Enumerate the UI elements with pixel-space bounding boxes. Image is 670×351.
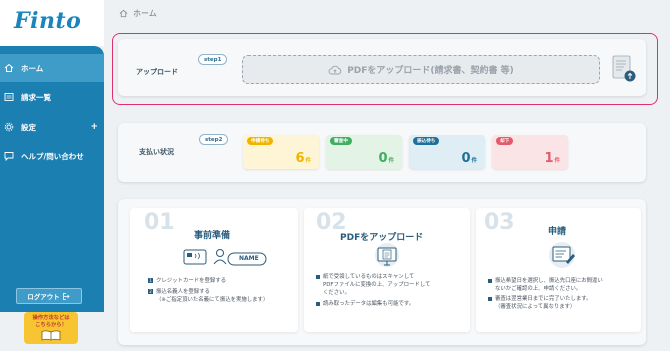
status-panel-label: 支払い状況 [139,148,174,156]
step-text: 読み取ったデータは編集も可能です。 [323,301,415,307]
step-card-apply: 03 申請 振込希望日を選択し、振込先口座にお間違い ないかご確認の上、申請くだ… [476,208,641,332]
step-line: 2 振込名義人を登録する [148,289,210,296]
step-card-upload: 02 PDFをアップロード 紙で受領しているものはスキャンして PDFファイルに… [304,208,470,332]
step-bullet: 1 [148,278,153,283]
breadcrumb-current: ホーム [133,9,157,18]
step-line: 振込希望日を選択し、振込先口座にお間違い [488,278,603,285]
upload-panel-label: アップロード [136,68,178,76]
bullet-square [488,296,492,301]
help-chat-icon [0,151,18,161]
step-title: 申請 [548,227,567,237]
application-form-illustration [546,240,578,274]
status-count: 6 [295,151,305,166]
credit-card-name-illustration: NAME [182,244,268,274]
step-bullet: 2 [148,289,153,294]
sidebar: ホーム 請求一覧 設定 + ヘルプ/問い合わせ ログアウト [0,46,104,312]
bullet-square [316,301,320,306]
step-text: 振込希望日を選択し、振込先口座にお間違い [495,278,603,284]
sidebar-item-help[interactable]: ヘルプ/問い合わせ [0,142,104,170]
sidebar-item-home[interactable]: ホーム [0,54,104,82]
home-icon[interactable] [119,9,128,18]
app-logo[interactable]: Finto [14,8,81,34]
logo-area: Finto [0,0,104,46]
bullet-square [316,274,320,279]
step-line: PDFファイルに変換の上、アップロードして [323,282,430,289]
step-line: （※ご指定頂いた名義にて振込を実施します） [156,297,268,304]
sidebar-item-settings[interactable]: 設定 + [0,113,104,141]
status-card-pending-application[interactable]: 申請待ち 6件 [243,135,319,169]
status-count-wrap: 1件 [544,151,560,166]
status-count-wrap: 6件 [295,151,311,166]
step-line: ないかご確認の上、申請ください。 [495,286,581,293]
help-guide-box[interactable]: 操作方法などは こちらから！ [24,312,78,344]
status-tag: 却下 [496,137,514,145]
invoice-list-icon [0,92,18,102]
pdf-monitor-illustration [372,242,402,274]
step-line: 1 クレジットカードを登録する [148,278,226,285]
status-tag: 振込待ち [413,137,440,145]
step-text: クレジットカードを登録する [156,278,227,284]
logout-button[interactable]: ログアウト [16,288,82,304]
cloud-upload-icon [328,65,342,74]
status-unit: 件 [554,158,560,164]
pdf-dropzone[interactable]: PDFをアップロード(請求書、契約書 等) [242,55,600,84]
status-count: 0 [378,151,388,166]
status-card-rejected[interactable]: 却下 1件 [492,135,568,169]
status-unit: 件 [388,158,394,164]
status-card-under-review[interactable]: 審査中 0件 [326,135,402,169]
step-text: 審査は翌営業日までに完了いたします。 [495,296,592,302]
status-count: 1 [544,151,554,166]
gear-icon [0,122,18,132]
step-text: ないかご確認の上、申請ください。 [495,286,582,292]
status-card-awaiting-transfer[interactable]: 振込待ち 0件 [409,135,485,169]
name-card-label: NAME [239,255,259,262]
step-number: 01 [144,210,175,235]
breadcrumb: ホーム [119,8,157,19]
step-line: ください。 [323,290,350,297]
expand-icon[interactable]: + [90,122,98,132]
step-line: 紙で受領しているものはスキャンして [316,274,414,281]
step-text: （※ご指定頂いた名義にて振込を実施します） [156,297,269,303]
sidebar-item-label: 請求一覧 [21,92,51,102]
sidebar-item-label: 設定 [21,122,36,132]
step-text: 紙で受領しているものはスキャンして [323,274,415,280]
status-unit: 件 [471,158,477,164]
step-number: 03 [484,210,515,235]
help-box-line2: こちらから！ [35,321,67,328]
logout-label: ログアウト [27,293,60,301]
step-text: 振込名義人を登録する [156,289,210,295]
step-text: PDFファイルに変換の上、アップロードして [323,282,431,288]
logout-icon [62,292,70,300]
status-count: 0 [461,151,471,166]
sidebar-item-label: ヘルプ/問い合わせ [21,151,84,161]
status-tag: 申請待ち [247,137,274,145]
book-icon [41,330,61,341]
help-box-line1: 操作方法などは [32,315,70,321]
bullet-square [488,278,492,283]
step-line: 審査は翌営業日までに完了いたします。 [488,296,592,303]
status-count-wrap: 0件 [378,151,394,166]
home-icon [0,63,18,73]
document-upload-icon[interactable] [610,54,638,84]
step-text: ください。 [323,290,350,296]
step-line: 読み取ったデータは編集も可能です。 [316,301,414,308]
sidebar-item-invoices[interactable]: 請求一覧 [0,83,104,111]
step-text: （審査状況によって異なります） [495,304,576,310]
status-count-wrap: 0件 [461,151,477,166]
dropzone-text: PDFをアップロード(請求書、契約書 等) [347,66,514,76]
step-line: （審査状況によって異なります） [495,304,575,311]
status-tag: 審査中 [330,137,352,145]
step1-badge: step1 [198,54,228,65]
sidebar-item-label: ホーム [21,63,44,73]
step-title: 事前準備 [194,231,231,241]
status-unit: 件 [305,158,311,164]
step2-badge: step2 [199,134,229,145]
step-card-preparation: 01 事前準備 NAME 1 クレジットカードを登録する 2 振込名義人を登録する … [130,208,298,332]
